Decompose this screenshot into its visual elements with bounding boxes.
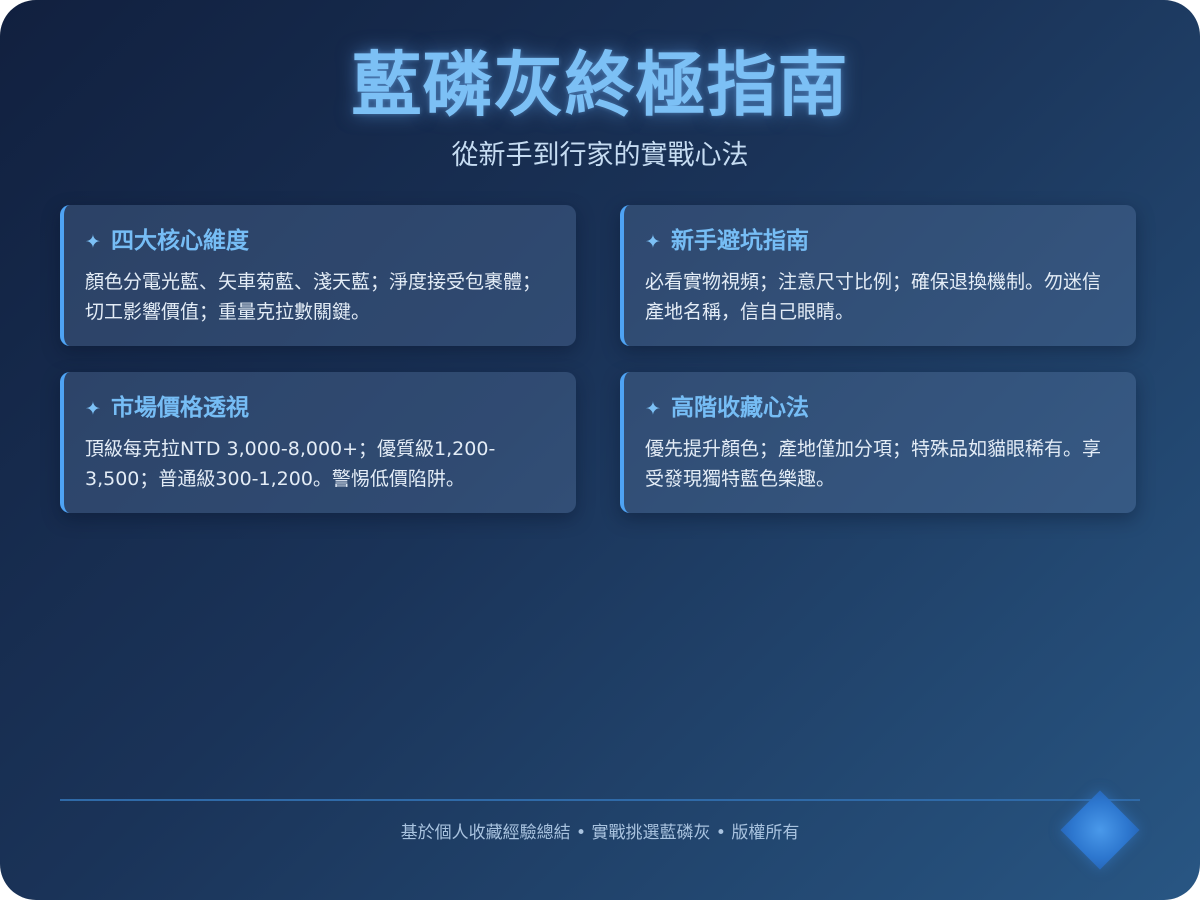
sparkle-icon: ✦ <box>645 398 661 420</box>
sparkle-icon: ✦ <box>85 231 101 253</box>
card-body: 必看實物視頻；注意尺寸比例；確保退換機制。勿迷信產地名稱，信自己眼睛。 <box>645 271 1102 323</box>
card-heading: ✦ 新手避坑指南 <box>645 225 1114 257</box>
card-market-prices: ✦ 市場價格透視 頂級每克拉NTD 3,000-8,000+；優質級1,200-3… <box>60 372 576 513</box>
page-subtitle: 從新手到行家的實戰心法 <box>451 140 749 171</box>
card-title: 市場價格透視 <box>111 395 249 421</box>
card-heading: ✦ 高階收藏心法 <box>645 392 1114 424</box>
card-heading: ✦ 市場價格透視 <box>85 392 554 424</box>
footer-text: 基於個人收藏經驗總結 • 實戰挑選藍磷灰 • 版權所有 <box>400 823 800 843</box>
card-body: 頂級每克拉NTD 3,000-8,000+；優質級1,200-3,500；普通級… <box>85 438 496 490</box>
card-beginner-tips: ✦ 新手避坑指南 必看實物視頻；注意尺寸比例；確保退換機制。勿迷信產地名稱，信自己… <box>620 205 1136 346</box>
sparkle-icon: ✦ <box>85 398 101 420</box>
card-body: 顏色分電光藍、矢車菊藍、淺天藍；淨度接受包裹體；切工影響價值；重量克拉數關鍵。 <box>85 271 542 323</box>
card-collecting-tips: ✦ 高階收藏心法 優先提升顏色；產地僅加分項；特殊品如貓眼稀有。享受發現獨特藍色樂… <box>620 372 1136 513</box>
card-body: 優先提升顏色；產地僅加分項；特殊品如貓眼稀有。享受發現獨特藍色樂趣。 <box>645 438 1102 490</box>
sparkle-icon: ✦ <box>645 231 661 253</box>
diamond-icon <box>1060 790 1140 870</box>
slide-canvas: 藍磷灰終極指南 從新手到行家的實戰心法 ✦ 四大核心維度 顏色分電光藍、矢車菊藍、… <box>0 0 1200 900</box>
card-core-dimensions: ✦ 四大核心維度 顏色分電光藍、矢車菊藍、淺天藍；淨度接受包裹體；切工影響價值；重… <box>60 205 576 346</box>
card-title: 四大核心維度 <box>111 228 249 254</box>
footer-divider <box>60 799 1140 801</box>
card-heading: ✦ 四大核心維度 <box>85 225 554 257</box>
page-title: 藍磷灰終極指南 <box>351 44 849 126</box>
card-title: 新手避坑指南 <box>671 228 809 254</box>
card-title: 高階收藏心法 <box>671 395 809 421</box>
